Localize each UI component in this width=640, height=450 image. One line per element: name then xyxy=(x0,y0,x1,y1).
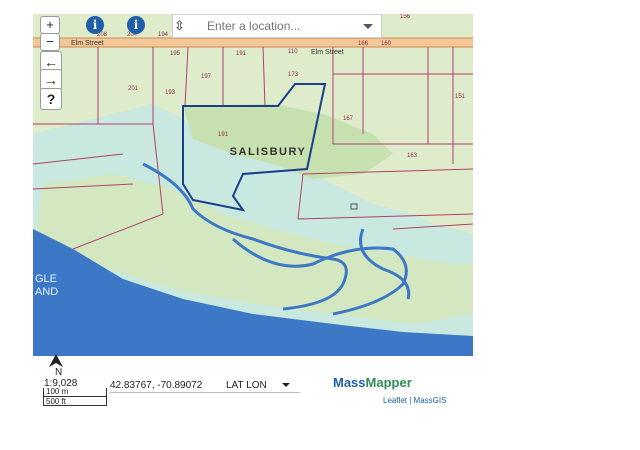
svg-text:193: 193 xyxy=(165,90,176,96)
svg-text:151: 151 xyxy=(455,94,466,100)
zoom-out-button[interactable]: − xyxy=(40,33,60,51)
chevron-down-icon[interactable] xyxy=(363,24,373,29)
svg-text:160: 160 xyxy=(381,41,392,47)
svg-text:173: 173 xyxy=(288,72,299,78)
street-label: Elm Street xyxy=(311,49,344,56)
svg-text:201: 201 xyxy=(128,86,139,92)
crs-selector[interactable]: LAT LON xyxy=(226,380,267,391)
massmapper-logo: MassMapper xyxy=(333,375,412,390)
svg-text:195: 195 xyxy=(170,51,181,57)
info-layers-icon[interactable]: i xyxy=(127,16,145,34)
scale-metric: 100 m xyxy=(46,387,69,396)
svg-text:167: 167 xyxy=(343,116,354,122)
town-label: SALISBURY xyxy=(230,146,307,158)
swap-vertical-icon[interactable]: ⇳ xyxy=(174,18,185,34)
map-svg: SALISBURY GLE AND Elm Street Elm Street … xyxy=(33,14,473,356)
coordinate-readout: 42.83767, -70.89072 xyxy=(110,380,203,391)
svg-text:191: 191 xyxy=(236,51,247,57)
svg-text:166: 166 xyxy=(358,41,369,47)
location-search-box[interactable] xyxy=(172,14,382,38)
island-label-1: GLE xyxy=(35,273,57,285)
page: SALISBURY GLE AND Elm Street Elm Street … xyxy=(0,0,640,450)
svg-text:156: 156 xyxy=(400,14,411,20)
help-icon[interactable]: ? xyxy=(40,88,62,110)
info-icon[interactable]: i xyxy=(86,16,104,34)
north-label: N xyxy=(55,367,63,378)
svg-text:110: 110 xyxy=(288,49,298,55)
street-label: Elm Street xyxy=(71,40,104,47)
chevron-down-icon[interactable] xyxy=(282,383,290,387)
svg-text:197: 197 xyxy=(201,74,212,80)
north-arrow-icon xyxy=(49,354,63,367)
scale-imperial: 500 ft xyxy=(46,397,67,406)
zoom-in-button[interactable]: + xyxy=(40,16,60,34)
svg-text:191: 191 xyxy=(218,132,229,138)
island-label-2: AND xyxy=(35,286,58,298)
map-canvas[interactable]: SALISBURY GLE AND Elm Street Elm Street … xyxy=(33,14,473,356)
svg-text:163: 163 xyxy=(407,153,418,159)
attribution[interactable]: Leaflet | MassGIS xyxy=(383,396,446,405)
location-search-input[interactable] xyxy=(205,15,369,37)
svg-text:194: 194 xyxy=(158,32,169,38)
